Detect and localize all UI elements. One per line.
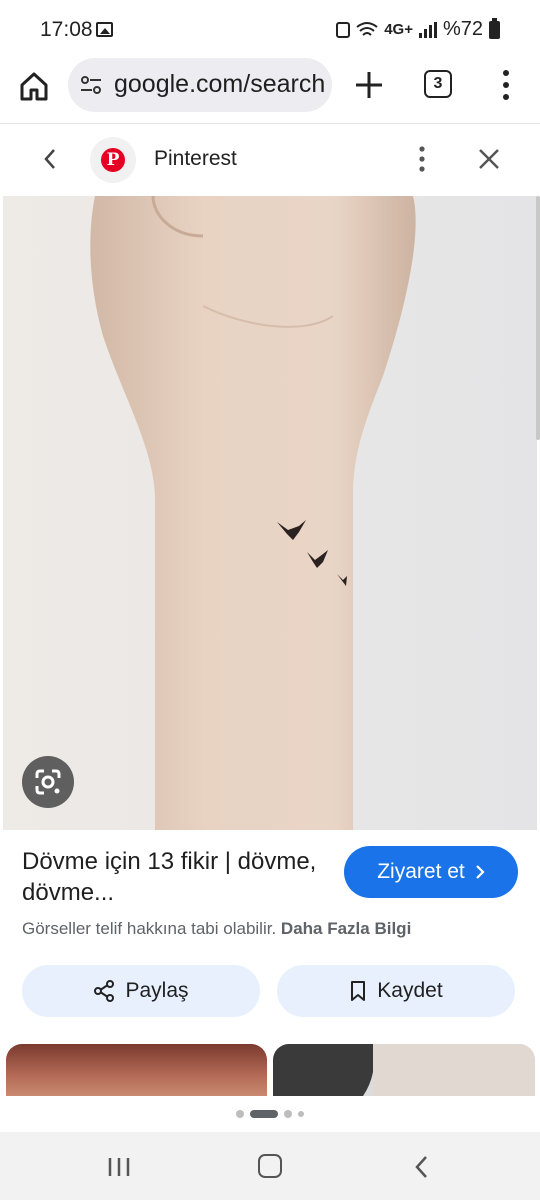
recent-apps-icon[interactable] xyxy=(106,1156,132,1178)
status-bar: 17:08 4G+ %72 xyxy=(0,0,540,58)
tattoo-image[interactable] xyxy=(3,196,537,830)
close-icon[interactable] xyxy=(474,144,504,174)
overflow-menu-icon[interactable] xyxy=(496,68,516,102)
back-arrow-icon[interactable] xyxy=(36,144,66,174)
chevron-right-icon xyxy=(475,865,485,879)
related-image-thumbnail[interactable] xyxy=(273,1044,535,1096)
sync-icon xyxy=(336,21,351,38)
result-title[interactable]: Dövme için 13 fikir | dövme, dövme... xyxy=(22,846,322,908)
wrist-tattoo-photo xyxy=(3,196,537,830)
site-settings-icon[interactable] xyxy=(80,74,102,96)
visit-label: Ziyaret et xyxy=(377,860,465,883)
google-lens-button[interactable] xyxy=(22,756,74,808)
pinterest-icon: P xyxy=(101,148,125,172)
save-label: Kaydet xyxy=(377,979,443,1002)
copyright-text: Görseller telif hakkına tabi olabilir. xyxy=(22,919,277,938)
url-text[interactable]: google.com/search xyxy=(114,70,325,99)
system-navigation-bar xyxy=(0,1132,540,1200)
more-options-icon[interactable] xyxy=(410,144,434,174)
image-scrollbar[interactable] xyxy=(536,196,540,440)
signal-icon xyxy=(418,21,437,38)
source-name[interactable]: Pinterest xyxy=(154,147,237,171)
browser-toolbar: google.com/search 3 xyxy=(0,58,540,124)
share-label: Paylaş xyxy=(125,979,189,1002)
pinterest-logo[interactable]: P xyxy=(90,137,136,183)
page-dot xyxy=(236,1110,244,1118)
related-image-thumbnail[interactable] xyxy=(6,1044,267,1096)
learn-more-link[interactable]: Daha Fazla Bilgi xyxy=(281,919,411,938)
save-button[interactable]: Kaydet xyxy=(277,965,515,1017)
page-dot-active xyxy=(250,1110,278,1118)
copyright-notice: Görseller telif hakkına tabi olabilir. D… xyxy=(22,919,411,939)
home-nav-icon[interactable] xyxy=(258,1154,282,1178)
address-bar[interactable]: google.com/search xyxy=(68,58,332,112)
gallery-notification-icon xyxy=(96,22,113,37)
battery-icon xyxy=(489,17,500,39)
status-icons: 4G+ %72 xyxy=(336,17,500,41)
home-icon[interactable] xyxy=(16,68,52,104)
image-viewer-header: P Pinterest xyxy=(0,124,540,196)
tab-switcher-button[interactable]: 3 xyxy=(424,70,452,98)
battery-percent: %72 xyxy=(442,18,483,40)
back-nav-icon[interactable] xyxy=(410,1154,434,1180)
page-indicator xyxy=(0,1096,540,1132)
page-dot xyxy=(298,1111,304,1117)
related-image-content xyxy=(273,1044,535,1096)
bookmark-icon xyxy=(351,981,366,1001)
status-time: 17:08 xyxy=(40,18,93,41)
new-tab-icon[interactable] xyxy=(350,66,388,104)
share-icon xyxy=(94,980,115,1002)
lens-icon xyxy=(35,769,61,795)
network-type-label: 4G+ xyxy=(384,21,413,38)
wifi-icon xyxy=(356,21,378,36)
page-dot xyxy=(284,1110,292,1118)
visit-button[interactable]: Ziyaret et xyxy=(344,846,518,898)
share-button[interactable]: Paylaş xyxy=(22,965,260,1017)
